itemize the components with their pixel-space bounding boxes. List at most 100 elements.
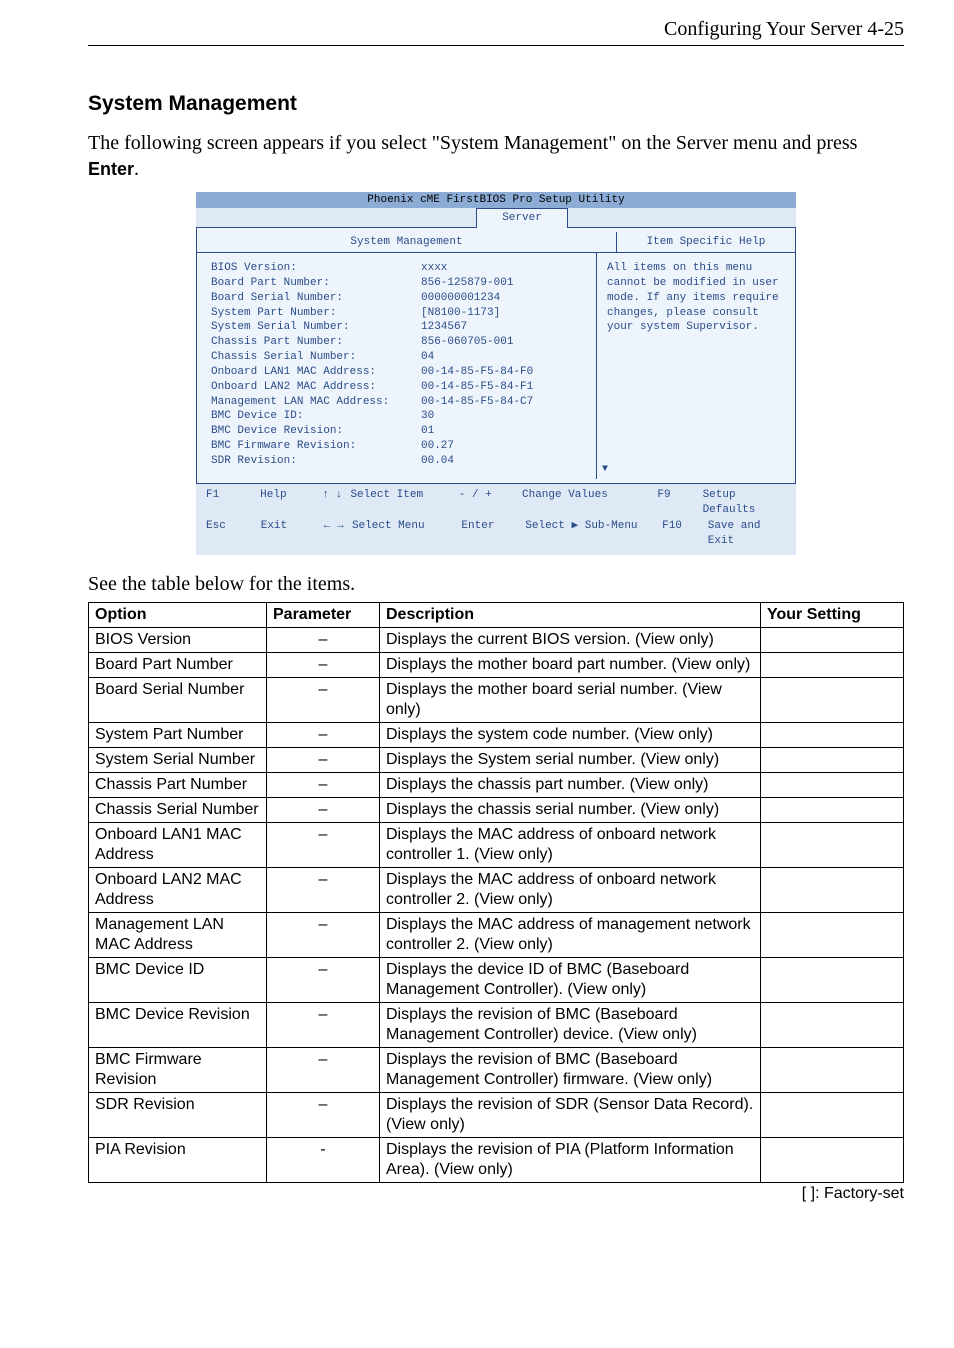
- bios-key: SDR Revision:: [211, 454, 421, 469]
- bios-kv-row: System Serial Number:1234567: [211, 320, 586, 335]
- bios-key: Onboard LAN2 MAC Address:: [211, 380, 421, 395]
- footer-label: Help: [260, 488, 314, 519]
- bios-subheader-right: Item Specific Help: [616, 232, 795, 252]
- table-row: Board Part Number–Displays the mother bo…: [89, 653, 904, 678]
- bios-subheader: System Management Item Specific Help: [197, 232, 795, 252]
- table-row: Chassis Part Number–Displays the chassis…: [89, 773, 904, 798]
- cell-your-setting: [761, 1003, 904, 1048]
- footer-key: Esc: [206, 519, 261, 550]
- bios-subheader-left: System Management: [197, 232, 616, 252]
- bios-key: System Part Number:: [211, 306, 421, 321]
- cell-parameter: –: [267, 798, 380, 823]
- bios-footer-row: Esc Exit ← → Select Menu Enter Select ▶ …: [206, 519, 786, 550]
- cell-option: Onboard LAN2 MAC Address: [89, 868, 267, 913]
- cell-your-setting: [761, 773, 904, 798]
- bios-value: 00.27: [421, 439, 454, 454]
- cell-your-setting: [761, 1048, 904, 1093]
- bios-value: 30: [421, 409, 434, 424]
- footer-label: Save and Exit: [708, 519, 786, 550]
- cell-parameter: -: [267, 1138, 380, 1183]
- cell-your-setting: [761, 958, 904, 1003]
- bios-footer: F1 Help ↑ ↓ Select Item - / + Change Val…: [196, 484, 796, 556]
- cell-parameter: –: [267, 868, 380, 913]
- table-row: BIOS Version–Displays the current BIOS v…: [89, 628, 904, 653]
- bios-key: Onboard LAN1 MAC Address:: [211, 365, 421, 380]
- cell-option: Chassis Part Number: [89, 773, 267, 798]
- scroll-down-icon: ▼: [601, 464, 609, 475]
- tab-spacer: [196, 208, 476, 228]
- cell-your-setting: [761, 798, 904, 823]
- bios-value: 000000001234: [421, 291, 500, 306]
- table-row: SDR Revision–Displays the revision of SD…: [89, 1093, 904, 1138]
- table-row: BMC Firmware Revision–Displays the revis…: [89, 1048, 904, 1093]
- cell-your-setting: [761, 748, 904, 773]
- cell-your-setting: [761, 678, 904, 723]
- cell-your-setting: [761, 868, 904, 913]
- bios-key: BIOS Version:: [211, 261, 421, 276]
- cell-your-setting: [761, 1138, 904, 1183]
- cell-description: Displays the System serial number. (View…: [380, 748, 761, 773]
- bios-value: 00.04: [421, 454, 454, 469]
- footer-key: ↑ ↓: [314, 488, 350, 519]
- bios-value: 01: [421, 424, 434, 439]
- footer-label: Setup Defaults: [703, 488, 786, 519]
- cell-your-setting: [761, 1093, 904, 1138]
- cell-option: Management LAN MAC Address: [89, 913, 267, 958]
- cell-description: Displays the mother board part number. (…: [380, 653, 761, 678]
- table-row: Onboard LAN1 MAC Address–Displays the MA…: [89, 823, 904, 868]
- footer-key: F9: [657, 488, 702, 519]
- bios-key: Chassis Part Number:: [211, 335, 421, 350]
- cell-description: Displays the device ID of BMC (Baseboard…: [380, 958, 761, 1003]
- bios-value: 00-14-85-F5-84-F1: [421, 380, 533, 395]
- cell-option: Onboard LAN1 MAC Address: [89, 823, 267, 868]
- bios-kv-row: Board Part Number:856-125879-001: [211, 276, 586, 291]
- page-header: Configuring Your Server 4-25: [88, 18, 904, 46]
- cell-description: Displays the current BIOS version. (View…: [380, 628, 761, 653]
- cell-option: BMC Firmware Revision: [89, 1048, 267, 1093]
- cell-description: Displays the revision of BMC (Baseboard …: [380, 1048, 761, 1093]
- bios-footer-row: F1 Help ↑ ↓ Select Item - / + Change Val…: [206, 488, 786, 519]
- table-header-row: Option Parameter Description Your Settin…: [89, 603, 904, 628]
- table-row: System Serial Number–Displays the System…: [89, 748, 904, 773]
- bios-kv-row: Onboard LAN1 MAC Address:00-14-85-F5-84-…: [211, 365, 586, 380]
- cell-option: Board Serial Number: [89, 678, 267, 723]
- cell-parameter: –: [267, 723, 380, 748]
- bios-kv-row: SDR Revision:00.04: [211, 454, 586, 469]
- bios-content: BIOS Version:xxxxBoard Part Number:856-1…: [197, 253, 795, 479]
- table-row: BMC Device ID–Displays the device ID of …: [89, 958, 904, 1003]
- table-caption: See the table below for the items.: [88, 573, 904, 596]
- footer-key: F10: [662, 519, 708, 550]
- page: Configuring Your Server 4-25 System Mana…: [0, 0, 954, 1233]
- cell-description: Displays the chassis serial number. (Vie…: [380, 798, 761, 823]
- cell-description: Displays the MAC address of onboard netw…: [380, 823, 761, 868]
- cell-option: System Serial Number: [89, 748, 267, 773]
- cell-description: Displays the revision of SDR (Sensor Dat…: [380, 1093, 761, 1138]
- th-description: Description: [380, 603, 761, 628]
- cell-parameter: –: [267, 913, 380, 958]
- cell-option: SDR Revision: [89, 1093, 267, 1138]
- footer-label: Select Item: [350, 488, 458, 519]
- table-row: PIA Revision-Displays the revision of PI…: [89, 1138, 904, 1183]
- bios-kv-row: BMC Firmware Revision:00.27: [211, 439, 586, 454]
- footer-key: Enter: [461, 519, 525, 550]
- cell-description: Displays the revision of PIA (Platform I…: [380, 1138, 761, 1183]
- bios-key: Board Part Number:: [211, 276, 421, 291]
- bios-value: 00-14-85-F5-84-F0: [421, 365, 533, 380]
- bios-title: Phoenix cME FirstBIOS Pro Setup Utility: [196, 192, 796, 208]
- cell-description: Displays the mother board serial number.…: [380, 678, 761, 723]
- section-intro: The following screen appears if you sele…: [88, 130, 904, 182]
- bios-value: 856-125879-001: [421, 276, 513, 291]
- bios-value: 1234567: [421, 320, 467, 335]
- cell-your-setting: [761, 653, 904, 678]
- bios-key: Board Serial Number:: [211, 291, 421, 306]
- bios-value: 856-060705-001: [421, 335, 513, 350]
- bios-kv-row: Chassis Serial Number:04: [211, 350, 586, 365]
- page-header-text: Configuring Your Server 4-25: [664, 18, 904, 40]
- cell-option: System Part Number: [89, 723, 267, 748]
- bios-screenshot-wrapper: Phoenix cME FirstBIOS Pro Setup Utility …: [88, 192, 904, 555]
- cell-parameter: –: [267, 1093, 380, 1138]
- bios-tab-bar: Server: [196, 208, 796, 228]
- cell-parameter: –: [267, 1048, 380, 1093]
- cell-parameter: –: [267, 1003, 380, 1048]
- tab-spacer: [568, 208, 796, 228]
